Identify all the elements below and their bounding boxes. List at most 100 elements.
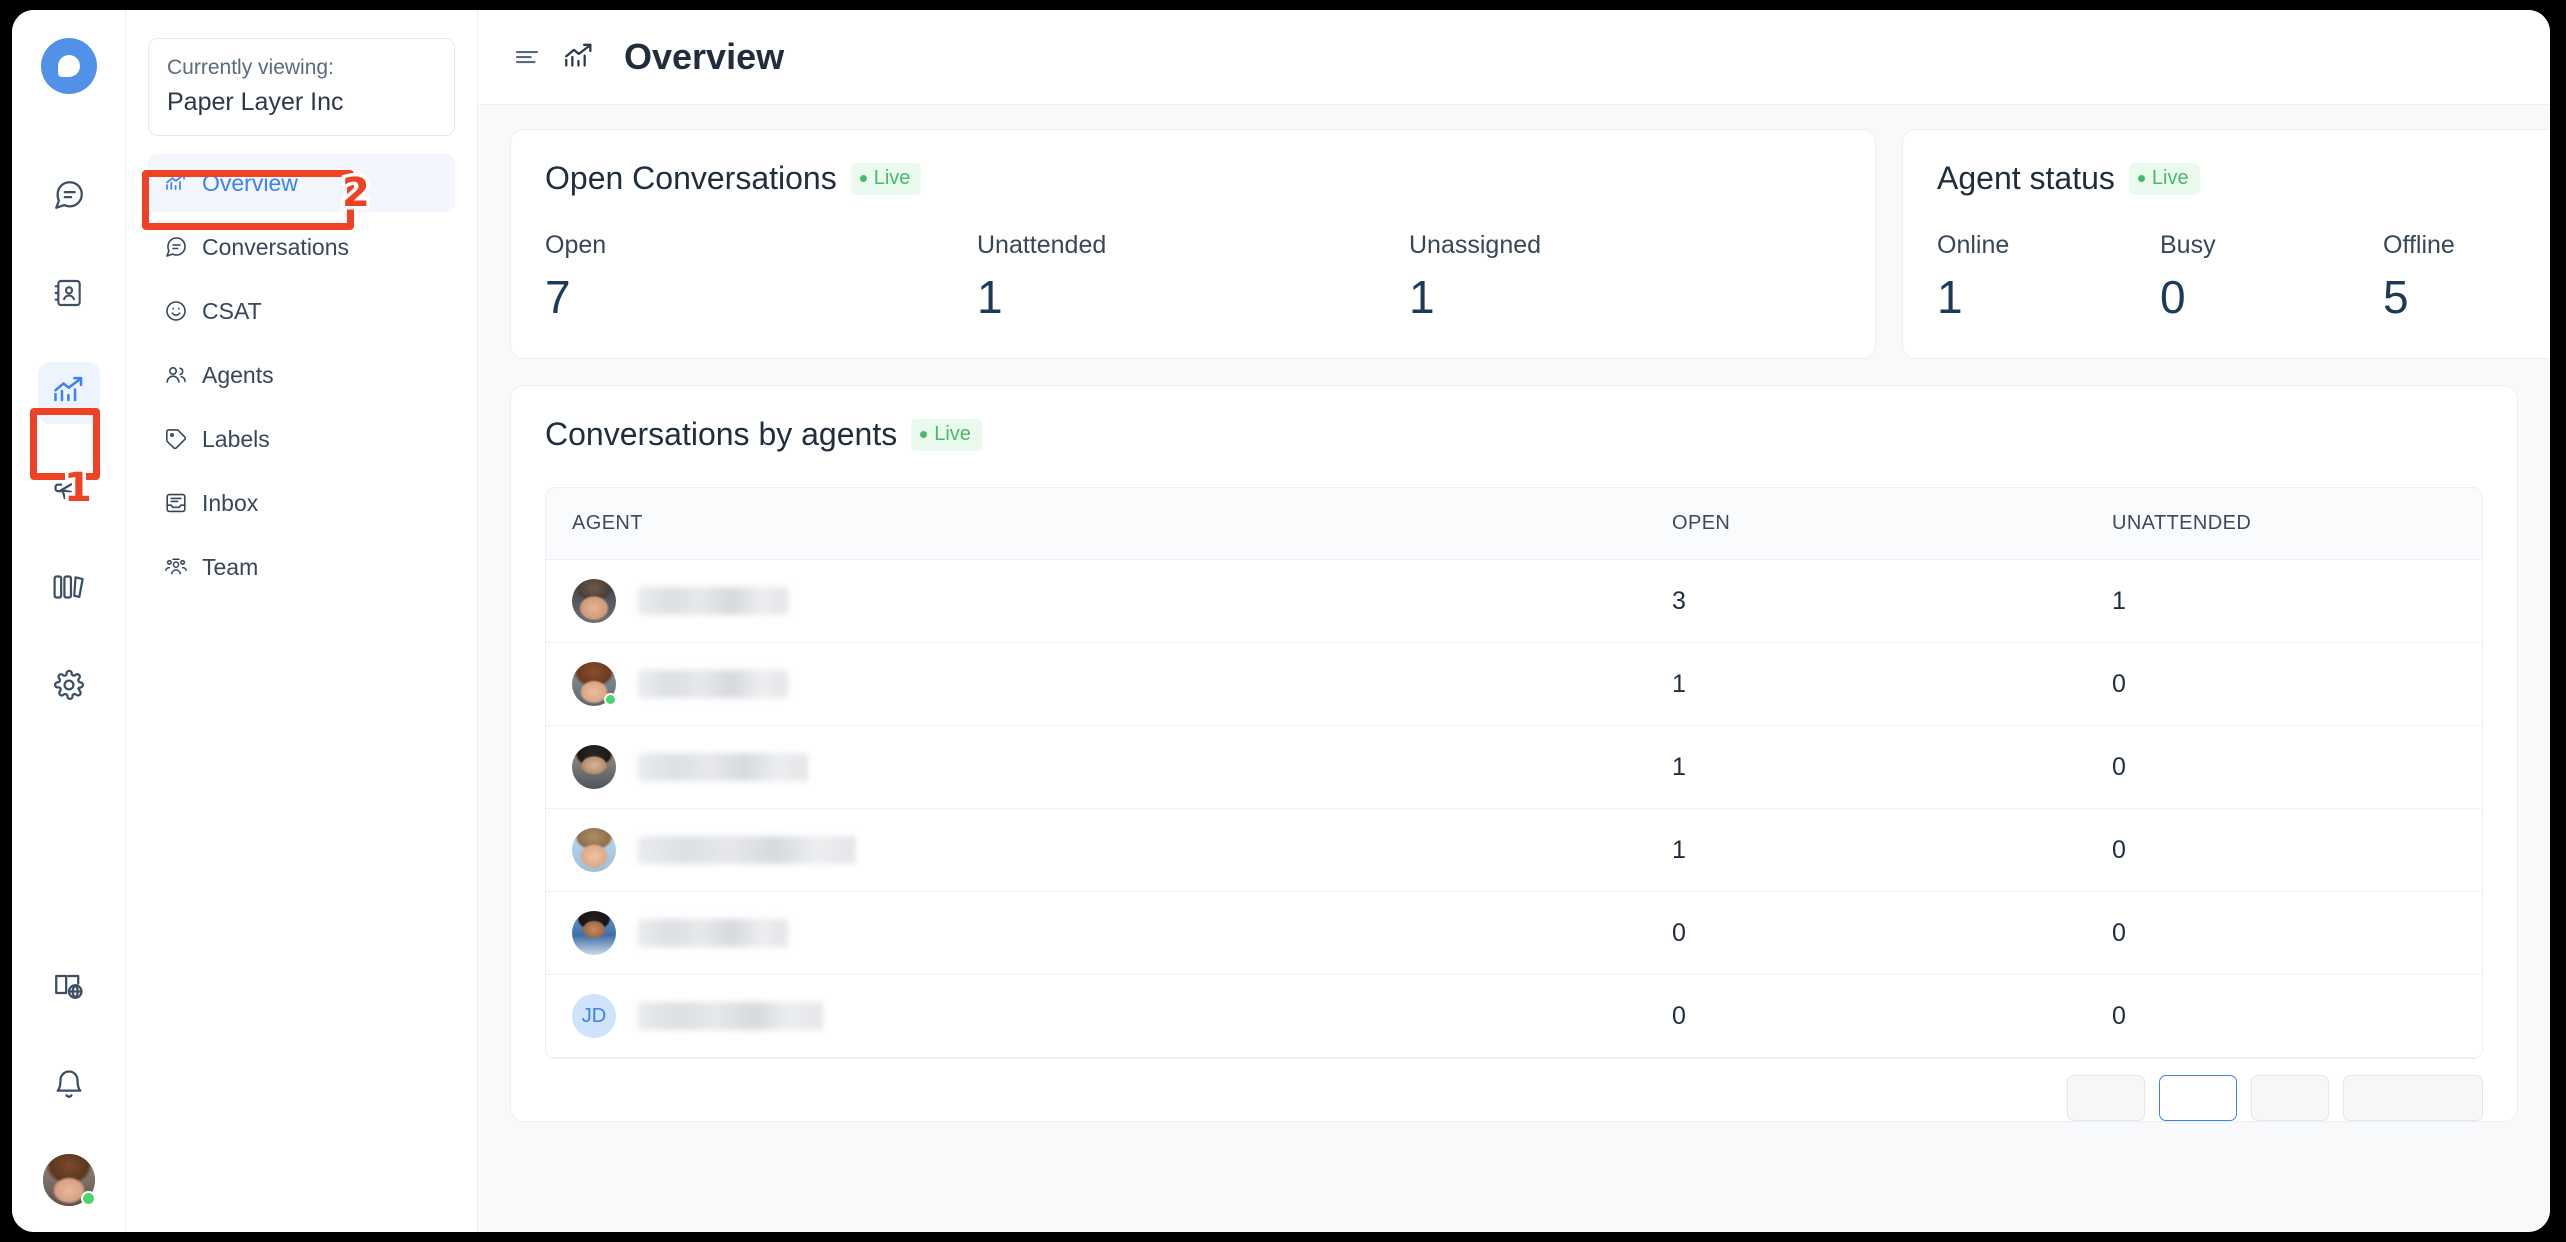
pagination-next-button[interactable] — [2251, 1075, 2329, 1121]
agent-avatar — [572, 662, 617, 706]
metric-unassigned: Unassigned 1 — [1409, 231, 1841, 320]
sidebar-item-team[interactable]: Team — [148, 538, 455, 596]
table-row[interactable]: JD 0 0 — [546, 974, 2482, 1058]
table-row[interactable]: 10 — [546, 642, 2482, 726]
metric-offline: Offline 5 — [2383, 231, 2550, 320]
rail-button-contacts[interactable] — [38, 264, 100, 326]
agent-name — [638, 670, 788, 698]
cell-unattended: 1 — [2086, 559, 2482, 643]
metric-label: Online — [1937, 231, 2010, 259]
live-badge: Live — [911, 418, 982, 451]
column-header-open[interactable]: OPEN — [1646, 488, 2086, 560]
analytics-chart-icon — [163, 171, 189, 195]
primary-icon-rail: 1 — [12, 10, 126, 1232]
pagination-last-button[interactable] — [2343, 1075, 2483, 1121]
agents-table: AGENT OPEN UNATTENDED 3 1 1 0 1 0 1 0 0 0 JD 0 0 — [546, 488, 2482, 1058]
cell-unattended: 0 — [2086, 974, 2482, 1058]
rail-button-notifications[interactable] — [38, 1056, 100, 1118]
rail-button-campaigns[interactable] — [38, 460, 100, 522]
live-badge-label: Live — [2151, 166, 2189, 189]
smiley-icon — [163, 299, 189, 323]
metric-label: Offline — [2383, 231, 2455, 259]
open-conversations-card: Open Conversations Live Open 7 Unattende… — [510, 129, 1876, 359]
metric-busy: Busy 0 — [2160, 231, 2383, 320]
avatar-image — [572, 911, 616, 955]
cell-agent — [546, 725, 1646, 809]
sidebar-item-overview[interactable]: Overview — [148, 154, 455, 213]
books-icon — [52, 572, 86, 607]
team-icon — [163, 555, 189, 579]
sidebar-item-labels[interactable]: Labels — [148, 410, 455, 468]
current-user-avatar[interactable] — [42, 1154, 96, 1206]
agent-avatar — [572, 828, 616, 872]
rail-button-conversations[interactable] — [38, 166, 100, 228]
conversations-by-agents-card: Conversations by agents Live AGENT OPEN … — [510, 385, 2518, 1122]
chat-bubble-icon — [52, 178, 86, 217]
agent-name — [638, 919, 788, 947]
agent-cell — [572, 745, 1620, 789]
people-icon — [163, 363, 189, 387]
agent-avatar-initials: JD — [572, 994, 616, 1038]
table-row[interactable]: 31 — [546, 559, 2482, 643]
rail-button-reports[interactable] — [37, 362, 100, 424]
metric-value: 1 — [977, 271, 1003, 323]
chatwoot-logo-icon[interactable] — [40, 38, 97, 94]
metric-value: 5 — [2383, 271, 2409, 323]
live-dot-icon — [920, 430, 928, 438]
metric-value: 0 — [2160, 271, 2186, 323]
book-globe-icon — [52, 970, 86, 1009]
agent-name — [638, 753, 808, 781]
sidebar-item-inbox[interactable]: Inbox — [148, 474, 455, 532]
bell-icon — [52, 1068, 86, 1107]
rail-button-help-center[interactable] — [38, 558, 100, 620]
metric-open: Open 7 — [545, 231, 977, 320]
metric-value: 1 — [1409, 271, 1435, 323]
card-header: Open Conversations Live — [545, 160, 1841, 197]
cell-agent — [546, 808, 1646, 892]
main-content-area: Overview Open Conversations Live Open 7 … — [478, 10, 2550, 1232]
chat-bubble-icon — [163, 235, 189, 259]
inbox-icon — [163, 491, 189, 515]
card-title: Conversations by agents — [545, 416, 898, 452]
cell-open: 1 — [1646, 725, 2086, 809]
analytics-chart-icon — [562, 40, 596, 74]
table-row[interactable]: 00 — [546, 891, 2482, 975]
sidebar-item-label: Inbox — [202, 489, 259, 516]
agent-cell: JD — [572, 994, 1620, 1038]
table-row[interactable]: 10 — [546, 725, 2482, 809]
live-dot-icon — [859, 174, 867, 182]
card-header: Conversations by agents Live — [545, 416, 2483, 453]
sidebar-item-label: Agents — [202, 361, 274, 388]
logo-inner-shape — [57, 55, 80, 77]
rail-button-portal[interactable] — [38, 958, 100, 1020]
cell-agent — [546, 891, 1646, 975]
app-window: 1 Currently viewing: Paper Layer Inc Ove… — [12, 10, 2550, 1232]
current-account-box[interactable]: Currently viewing: Paper Layer Inc — [148, 38, 455, 137]
pagination-first-button[interactable] — [2067, 1075, 2145, 1121]
sidebar-item-label: CSAT — [202, 297, 262, 324]
table-row[interactable]: 10 — [546, 808, 2482, 892]
avatar-image — [572, 579, 616, 623]
pagination-prev-button[interactable] — [2159, 1075, 2237, 1121]
sidebar-item-csat[interactable]: CSAT — [148, 282, 455, 340]
metric-value: 1 — [1937, 271, 1963, 323]
agent-status-dot-online — [604, 693, 617, 706]
sidebar-item-label: Team — [202, 553, 259, 580]
cell-open: 1 — [1646, 642, 2086, 726]
agent-name — [638, 587, 788, 615]
sidebar-item-agents[interactable]: Agents — [148, 346, 455, 404]
agent-avatar — [572, 579, 616, 623]
rail-button-settings[interactable] — [38, 656, 100, 718]
cell-open: 1 — [1646, 808, 2086, 892]
sidebar-item-label: Labels — [202, 425, 270, 452]
agent-cell — [572, 911, 1620, 955]
sidebar-item-conversations[interactable]: Conversations — [148, 218, 455, 276]
column-header-agent[interactable]: AGENT — [546, 488, 1646, 560]
metrics-group: Open 7 Unattended 1 Unassigned 1 — [545, 231, 1841, 320]
hamburger-icon[interactable] — [512, 42, 542, 72]
currently-viewing-label: Currently viewing: — [167, 56, 334, 79]
column-header-unattended[interactable]: UNATTENDED — [2086, 488, 2482, 560]
sidebar-item-label: Overview — [202, 169, 298, 196]
page-title: Overview — [624, 36, 785, 77]
agent-status-card: Agent status Live Online 1 Busy 0 Offlin… — [1902, 129, 2550, 359]
